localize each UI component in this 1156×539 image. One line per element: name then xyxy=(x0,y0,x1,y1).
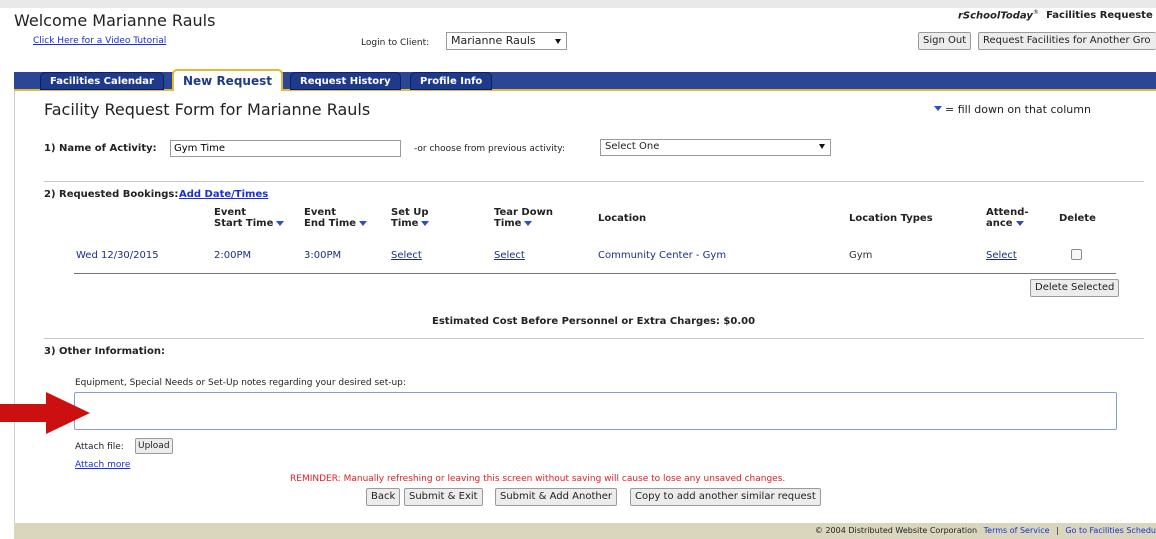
previous-activity-label: -or choose from previous activity: xyxy=(414,144,565,154)
filldown-icon[interactable] xyxy=(276,220,285,226)
brand-header: rSchoolToday® Facilities Requeste xyxy=(958,9,1153,22)
previous-activity-value: Select One xyxy=(605,141,660,152)
activity-label: 1) Name of Activity: xyxy=(44,143,157,154)
col-setup-time-line2: Time xyxy=(391,218,419,229)
facilities-schedule-link[interactable]: Go to Facilities Schedu xyxy=(1065,526,1156,535)
video-tutorial-link[interactable]: Click Here for a Video Tutorial xyxy=(33,36,166,46)
content-border xyxy=(14,91,15,523)
filldown-legend: = fill down on that column xyxy=(934,103,1091,116)
col-teardown-time[interactable]: Tear Down Time xyxy=(494,207,553,229)
brand-suffix: Facilities Requeste xyxy=(1046,10,1153,22)
filldown-icon[interactable] xyxy=(524,220,533,226)
col-setup-time[interactable]: Set Up Time xyxy=(391,207,430,229)
col-attendance-line2: ance xyxy=(986,218,1013,229)
booking-location: Community Center - Gym xyxy=(598,250,727,261)
delete-checkbox[interactable] xyxy=(1071,249,1082,260)
submit-add-another-button[interactable]: Submit & Add Another xyxy=(495,488,617,506)
tab-facilities-calendar[interactable]: Facilities Calendar xyxy=(40,72,164,90)
login-label: Login to Client: xyxy=(361,38,430,48)
filldown-icon[interactable] xyxy=(421,220,430,226)
brand-logo: rSchoolToday xyxy=(958,10,1033,22)
reminder-text: REMINDER: Manually refreshing or leaving… xyxy=(290,474,786,484)
previous-activity-select[interactable]: Select One xyxy=(600,139,831,156)
filldown-icon xyxy=(934,106,942,111)
back-button[interactable]: Back xyxy=(366,488,401,506)
copy-request-button[interactable]: Copy to add another similar request xyxy=(630,488,821,506)
footer-separator: | xyxy=(1056,526,1059,535)
sign-out-button[interactable]: Sign Out xyxy=(918,32,972,50)
col-setup-time-line1: Set Up xyxy=(391,207,429,218)
filldown-icon[interactable] xyxy=(359,220,368,226)
col-teardown-time-line2: Time xyxy=(494,218,522,229)
footer-bar: © 2004 Distributed Website Corporation T… xyxy=(14,523,1156,539)
setup-notes-textarea[interactable] xyxy=(74,392,1117,430)
other-info-label: 3) Other Information: xyxy=(44,346,165,357)
copyright-text: © 2004 Distributed Website Corporation xyxy=(814,526,978,535)
request-another-group-button[interactable]: Request Facilities for Another Gro xyxy=(978,32,1156,50)
login-client-select[interactable]: Marianne Rauls xyxy=(446,32,567,50)
top-strip xyxy=(0,0,1156,8)
col-start-time-line2: Start Time xyxy=(214,218,274,229)
booking-start-time[interactable]: 2:00PM xyxy=(214,250,251,261)
col-delete: Delete xyxy=(1059,213,1096,224)
chevron-down-icon xyxy=(819,144,825,149)
col-start-time-line1: Event xyxy=(214,207,247,218)
submit-exit-button[interactable]: Submit & Exit xyxy=(404,488,483,506)
terms-of-service-link[interactable]: Terms of Service xyxy=(984,526,1050,535)
attach-file-label: Attach file: xyxy=(75,442,124,452)
welcome-heading: Welcome Marianne Rauls xyxy=(14,11,216,30)
setup-time-select-link[interactable]: Select xyxy=(391,250,422,261)
col-end-time[interactable]: Event End Time xyxy=(304,207,368,229)
notes-label: Equipment, Special Needs or Set-Up notes… xyxy=(75,378,406,388)
tab-new-request[interactable]: New Request xyxy=(172,69,283,91)
tab-request-history[interactable]: Request History xyxy=(290,72,401,90)
chevron-down-icon xyxy=(555,39,561,44)
col-end-time-line2: End Time xyxy=(304,218,357,229)
col-attendance-line1: Attend- xyxy=(986,207,1029,218)
col-start-time[interactable]: Event Start Time xyxy=(214,207,285,229)
attendance-select-link[interactable]: Select xyxy=(986,250,1017,261)
booking-end-time[interactable]: 3:00PM xyxy=(304,250,341,261)
activity-name-input[interactable] xyxy=(170,140,401,157)
table-bottom-divider xyxy=(74,273,1116,274)
col-end-time-line1: Event xyxy=(304,207,337,218)
login-client-value: Marianne Rauls xyxy=(451,34,536,47)
booking-date: Wed 12/30/2015 xyxy=(76,250,159,261)
col-location: Location xyxy=(598,213,647,224)
tab-profile-info[interactable]: Profile Info xyxy=(410,72,493,90)
divider xyxy=(44,181,1144,182)
attach-more-link[interactable]: Attach more xyxy=(75,460,130,470)
col-attendance[interactable]: Attend-ance xyxy=(986,207,1029,229)
upload-button[interactable]: Upload xyxy=(135,438,173,454)
filldown-icon[interactable] xyxy=(1015,220,1024,226)
page-title: Facility Request Form for Marianne Rauls xyxy=(44,100,371,119)
col-teardown-time-line1: Tear Down xyxy=(494,207,553,218)
col-location-types: Location Types xyxy=(849,213,933,224)
divider xyxy=(44,338,1144,339)
red-arrow-annotation xyxy=(0,392,90,434)
estimated-cost: Estimated Cost Before Personnel or Extra… xyxy=(432,316,756,327)
delete-selected-button[interactable]: Delete Selected xyxy=(1030,279,1120,297)
bookings-label: 2) Requested Bookings: xyxy=(44,189,179,200)
booking-location-type: Gym xyxy=(849,250,873,261)
add-date-times-link[interactable]: Add Date/Times xyxy=(179,189,268,200)
filldown-note: = fill down on that column xyxy=(945,103,1091,116)
teardown-time-select-link[interactable]: Select xyxy=(494,250,525,261)
